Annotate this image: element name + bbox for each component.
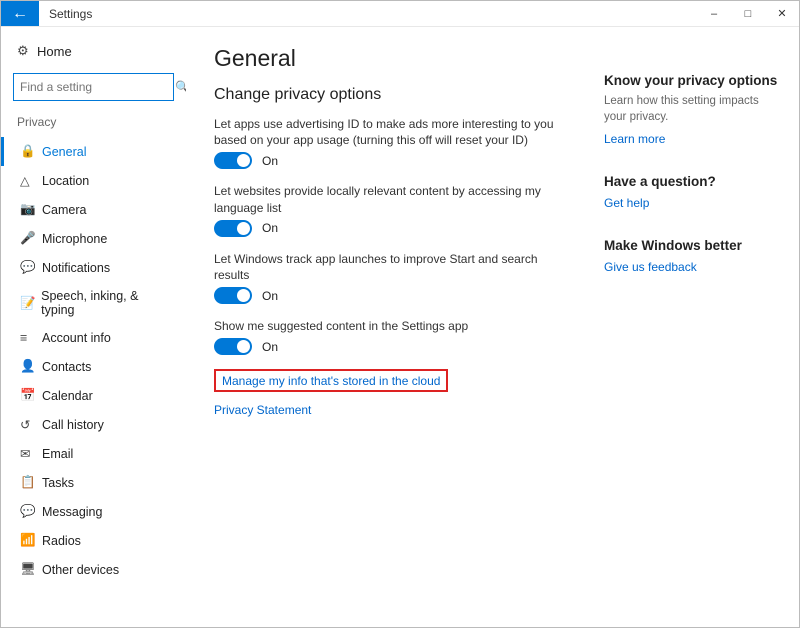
sidebar-item-notifications[interactable]: 💬Notifications <box>1 253 186 282</box>
account-icon: ≡ <box>20 331 42 345</box>
manage-cloud-link[interactable]: Manage my info that's stored in the clou… <box>222 374 440 388</box>
search-box[interactable]: 🔍 <box>13 73 174 101</box>
sidebar-item-account-info[interactable]: ≡Account info <box>1 324 186 352</box>
sidebar-item-label: Calendar <box>42 389 93 403</box>
sidebar-item-label: Notifications <box>42 261 110 275</box>
sidebar-item-label: Account info <box>42 331 111 345</box>
nav-list: 🔒General△Location📷Camera🎤Microphone💬Noti… <box>1 137 186 584</box>
sidebar-item-radios[interactable]: 📶Radios <box>1 526 186 555</box>
minimize-button[interactable]: – <box>697 1 731 26</box>
otherdevices-icon: 🖥 <box>20 562 42 577</box>
sidebar-item-label: Radios <box>42 534 81 548</box>
content-area: ⚙ Home 🔍 Privacy 🔒General△Location📷Camer… <box>1 27 799 627</box>
toggle-state-label: On <box>262 221 278 235</box>
sidebar-item-microphone[interactable]: 🎤Microphone <box>1 224 186 253</box>
toggle-switch[interactable] <box>214 152 252 169</box>
aside-better-heading: Make Windows better <box>604 238 779 253</box>
titlebar: ← Settings – □ ✕ <box>1 1 799 27</box>
options-list: Let apps use advertising ID to make ads … <box>214 116 574 355</box>
aside-panel: Know your privacy options Learn how this… <box>574 45 799 627</box>
page-title: General <box>214 45 574 72</box>
sidebar-item-label: Speech, inking, & typing <box>41 289 170 317</box>
aside-know-heading: Know your privacy options <box>604 73 779 88</box>
email-icon: ✉ <box>20 446 42 461</box>
sidebar-section-label: Privacy <box>1 115 186 137</box>
callhistory-icon: ↺ <box>20 417 42 432</box>
privacy-option: Let websites provide locally relevant co… <box>214 183 574 236</box>
close-button[interactable]: ✕ <box>765 1 799 26</box>
calendar-icon: 📅 <box>20 388 42 403</box>
sidebar-item-call-history[interactable]: ↺Call history <box>1 410 186 439</box>
radios-icon: 📶 <box>20 533 42 548</box>
sidebar-item-location[interactable]: △Location <box>1 166 186 195</box>
tasks-icon: 📋 <box>20 475 42 490</box>
search-input[interactable] <box>20 80 175 94</box>
sidebar-item-label: Contacts <box>42 360 91 374</box>
gear-icon: ⚙ <box>17 43 37 59</box>
sidebar-item-contacts[interactable]: 👤Contacts <box>1 352 186 381</box>
speech-icon: 📝 <box>20 296 41 311</box>
manage-cloud-highlight: Manage my info that's stored in the clou… <box>214 369 448 392</box>
toggle-state-label: On <box>262 154 278 168</box>
notifications-icon: 💬 <box>20 260 42 275</box>
sidebar-item-label: Location <box>42 174 89 188</box>
sidebar-item-label: Camera <box>42 203 86 217</box>
main-panel: General Change privacy options Let apps … <box>186 27 799 627</box>
aside-know-text: Learn how this setting impacts your priv… <box>604 94 779 125</box>
lock-icon: 🔒 <box>20 144 42 159</box>
microphone-icon: 🎤 <box>20 231 42 246</box>
sidebar-item-other-devices[interactable]: 🖥Other devices <box>1 555 186 584</box>
privacy-option: Let Windows track app launches to improv… <box>214 251 574 304</box>
privacy-option: Let apps use advertising ID to make ads … <box>214 116 574 169</box>
toggle-switch[interactable] <box>214 287 252 304</box>
sidebar-item-label: Tasks <box>42 476 74 490</box>
settings-window: ← Settings – □ ✕ ⚙ Home 🔍 Privacy 🔒Gener… <box>0 0 800 628</box>
aside-question-heading: Have a question? <box>604 174 779 189</box>
camera-icon: 📷 <box>20 202 42 217</box>
search-icon: 🔍 <box>175 80 186 94</box>
get-help-link[interactable]: Get help <box>604 196 649 210</box>
feedback-link[interactable]: Give us feedback <box>604 260 697 274</box>
back-button[interactable]: ← <box>1 1 39 26</box>
option-description: Let apps use advertising ID to make ads … <box>214 116 574 148</box>
option-description: Show me suggested content in the Setting… <box>214 318 574 334</box>
home-button[interactable]: ⚙ Home <box>1 37 186 65</box>
toggle-switch[interactable] <box>214 220 252 237</box>
privacy-option: Show me suggested content in the Setting… <box>214 318 574 355</box>
sidebar-item-label: Email <box>42 447 73 461</box>
contacts-icon: 👤 <box>20 359 42 374</box>
sidebar-item-label: Microphone <box>42 232 107 246</box>
sidebar-item-label: Call history <box>42 418 104 432</box>
sidebar: ⚙ Home 🔍 Privacy 🔒General△Location📷Camer… <box>1 27 186 627</box>
location-icon: △ <box>20 173 42 188</box>
sidebar-item-label: General <box>42 145 86 159</box>
toggle-state-label: On <box>262 340 278 354</box>
messaging-icon: 💬 <box>20 504 42 519</box>
sidebar-item-camera[interactable]: 📷Camera <box>1 195 186 224</box>
toggle-switch[interactable] <box>214 338 252 355</box>
toggle-state-label: On <box>262 289 278 303</box>
sidebar-item-label: Messaging <box>42 505 102 519</box>
window-controls: – □ ✕ <box>697 1 799 26</box>
back-icon: ← <box>12 5 28 23</box>
window-title: Settings <box>39 1 697 26</box>
page-subtitle: Change privacy options <box>214 86 574 104</box>
sidebar-item-messaging[interactable]: 💬Messaging <box>1 497 186 526</box>
sidebar-item-label: Other devices <box>42 563 119 577</box>
maximize-button[interactable]: □ <box>731 1 765 26</box>
option-description: Let websites provide locally relevant co… <box>214 183 574 215</box>
sidebar-item-speech-inking-typing[interactable]: 📝Speech, inking, & typing <box>1 282 186 324</box>
sidebar-item-tasks[interactable]: 📋Tasks <box>1 468 186 497</box>
home-label: Home <box>37 44 72 59</box>
sidebar-item-email[interactable]: ✉Email <box>1 439 186 468</box>
sidebar-item-general[interactable]: 🔒General <box>1 137 186 166</box>
sidebar-item-calendar[interactable]: 📅Calendar <box>1 381 186 410</box>
option-description: Let Windows track app launches to improv… <box>214 251 574 283</box>
privacy-statement-link[interactable]: Privacy Statement <box>214 403 311 417</box>
learn-more-link[interactable]: Learn more <box>604 132 665 146</box>
